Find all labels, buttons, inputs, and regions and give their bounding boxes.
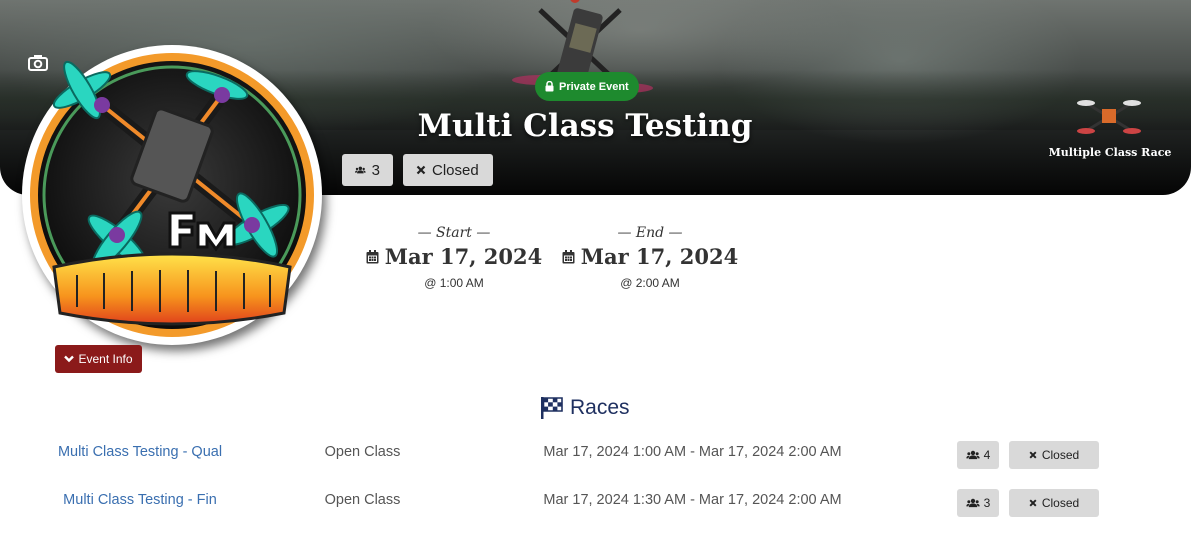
race-class: Open Class [324,444,401,460]
start-time: @ 1:00 AM [424,276,484,290]
users-icon [965,450,980,460]
race-link[interactable]: Multi Class Testing - Qual [40,444,240,460]
race-status-button[interactable]: Closed [1009,441,1099,469]
calendar-icon [562,249,575,263]
end-date-text: Mar 17, 2024 [580,244,739,269]
close-icon [1029,451,1037,459]
race-participants-button[interactable]: 3 [957,489,999,517]
close-icon [1029,499,1037,507]
race-time-range: Mar 17, 2024 1:30 AM - Mar 17, 2024 2:00… [543,492,842,508]
start-date-block: — Start — Mar 17, 2024 @ 1:00 AM [354,225,554,290]
end-time: @ 2:00 AM [620,276,680,290]
calendar-icon [366,249,379,263]
users-icon [355,166,366,174]
start-caption: — Start — [417,225,491,241]
event-title: Multi Class Testing [417,108,753,144]
status-label: Closed [432,161,479,179]
end-date-block: — End — Mar 17, 2024 @ 2:00 AM [550,225,750,290]
race-row: Multi Class Testing - Qual Open Class Ma… [0,441,1191,471]
end-caption: — End — [617,225,683,241]
race-class-label: Multiple Class Race [1048,146,1172,159]
participants-count-button[interactable]: 3 [342,154,393,186]
race-time-range: Mar 17, 2024 1:00 AM - Mar 17, 2024 2:00… [543,444,842,460]
event-page: Private Event Multi Class Testing 3 Clos… [0,0,1191,536]
race-class-drone-icon [1077,100,1141,134]
race-participants-button[interactable]: 4 [957,441,999,469]
private-event-badge: Private Event [535,72,639,101]
event-info-label: Event Info [78,352,133,366]
status-closed-button[interactable]: Closed [403,154,493,186]
races-heading: Races [540,396,670,420]
chevron-down-icon [64,355,75,363]
participants-count: 3 [371,161,380,179]
checkered-flag-icon [541,397,563,419]
race-status-button[interactable]: Closed [1009,489,1099,517]
start-date: Mar 17, 2024 [354,244,554,269]
end-date: Mar 17, 2024 [550,244,750,269]
races-heading-text: Races [570,396,630,419]
race-participants-count: 4 [983,448,991,462]
race-participants-count: 3 [983,496,991,510]
event-info-button[interactable]: Event Info [55,345,142,373]
race-status-label: Closed [1041,496,1080,510]
race-status-label: Closed [1041,448,1080,462]
start-date-text: Mar 17, 2024 [384,244,543,269]
lock-icon [545,81,554,92]
club-logo [22,45,322,345]
race-row: Multi Class Testing - Fin Open Class Mar… [0,489,1191,519]
users-icon [965,498,980,508]
close-icon [416,165,426,175]
race-link[interactable]: Multi Class Testing - Fin [40,492,240,508]
race-class: Open Class [324,492,401,508]
private-event-label: Private Event [559,80,629,93]
